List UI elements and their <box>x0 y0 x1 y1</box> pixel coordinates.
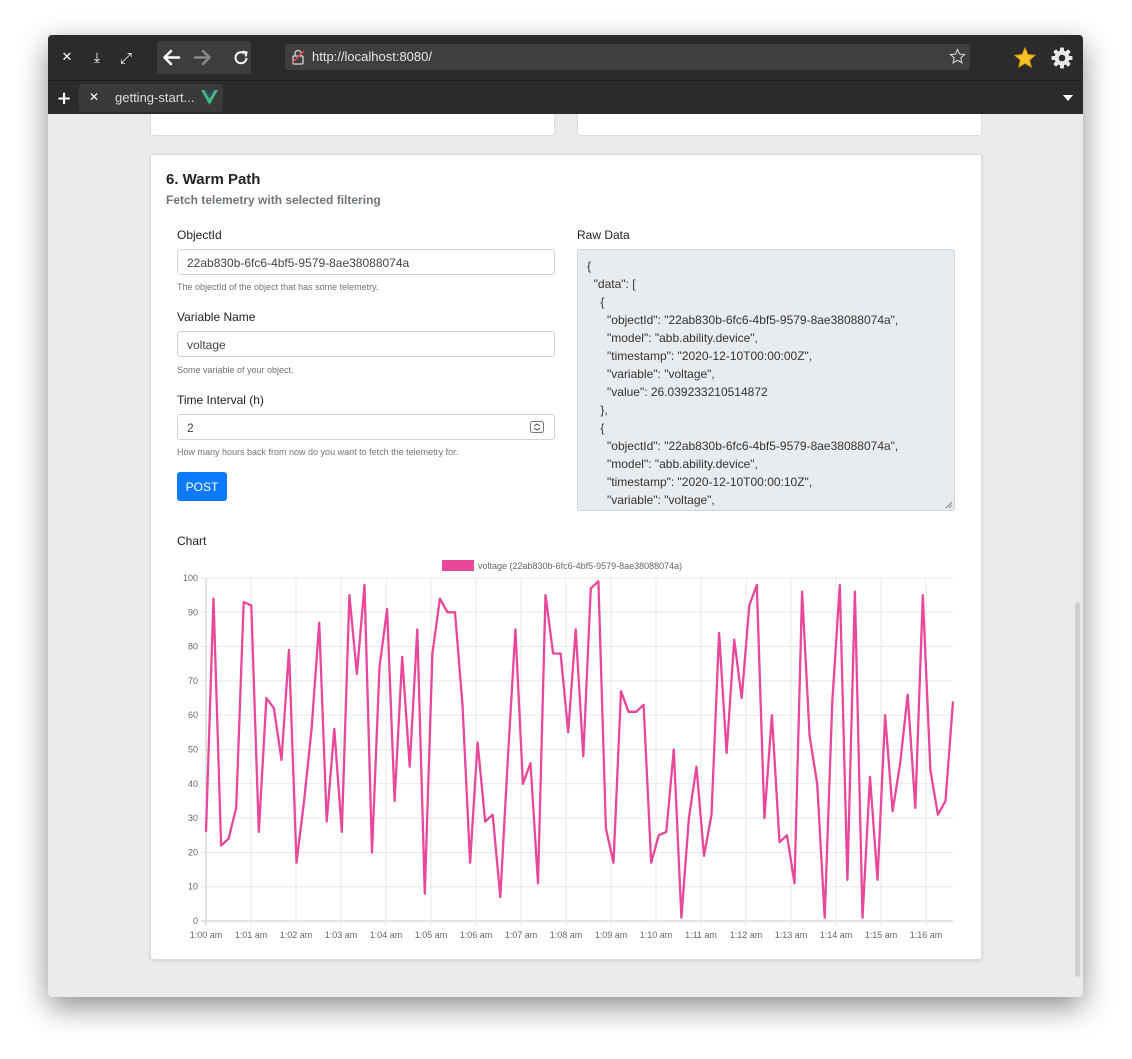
voltage-line-chart: voltage (22ab830b-6fc6-4bf5-9579-8ae3808… <box>183 560 955 940</box>
reload-icon[interactable] <box>228 35 254 80</box>
y-tick-label: 70 <box>188 676 198 686</box>
y-tick-label: 50 <box>188 745 198 755</box>
x-tick-label: 1:08 am <box>550 930 583 940</box>
x-tick-label: 1:03 am <box>325 930 358 940</box>
x-tick-label: 1:14 am <box>820 930 853 940</box>
legend-label: voltage (22ab830b-6fc6-4bf5-9579-8ae3808… <box>478 561 682 571</box>
raw-data-textarea[interactable]: { "data": [ { "objectId": "22ab830b-6fc6… <box>577 249 955 511</box>
x-tick-label: 1:05 am <box>415 930 448 940</box>
download-icon[interactable]: ⤓ <box>86 35 108 80</box>
tab-close-icon[interactable]: ✕ <box>89 90 99 104</box>
y-tick-label: 40 <box>188 779 198 789</box>
previous-card-left <box>150 114 555 136</box>
x-tick-label: 1:02 am <box>280 930 313 940</box>
raw-data-label: Raw Data <box>577 228 630 242</box>
x-tick-label: 1:04 am <box>370 930 403 940</box>
chart-label: Chart <box>177 534 207 548</box>
page-content: 6. Warm Path Fetch telemetry with select… <box>48 114 1083 997</box>
y-axis-ticks: 0 10 20 30 40 50 60 70 80 90 100 <box>183 573 198 926</box>
x-tick-label: 1:16 am <box>910 930 943 940</box>
x-tick-label: 1:15 am <box>865 930 898 940</box>
back-arrow-icon[interactable] <box>163 49 181 66</box>
settings-gear-icon[interactable] <box>1048 35 1076 80</box>
object-id-label: ObjectId <box>177 228 222 242</box>
vue-logo-icon <box>201 90 218 105</box>
y-tick-label: 90 <box>188 607 198 617</box>
new-tab-plus-icon[interactable]: + <box>54 81 74 115</box>
y-tick-label: 60 <box>188 710 198 720</box>
fullscreen-icon[interactable]: ⤢ <box>115 35 137 80</box>
variable-name-input[interactable]: voltage <box>177 331 555 357</box>
forward-arrow-icon[interactable] <box>193 49 211 66</box>
previous-card-right <box>577 114 982 136</box>
variable-name-help: Some variable of your object. <box>177 365 294 375</box>
x-tick-label: 1:01 am <box>235 930 268 940</box>
tab-bar: + ✕ getting-start... <box>48 80 1083 115</box>
object-id-value: 22ab830b-6fc6-4bf5-9579-8ae38088074a <box>187 256 410 270</box>
variable-name-label: Variable Name <box>177 310 256 324</box>
y-tick-label: 20 <box>188 847 198 857</box>
x-tick-label: 1:09 am <box>595 930 628 940</box>
bookmarks-star-icon[interactable] <box>1011 35 1039 80</box>
time-interval-input[interactable]: 2 <box>177 414 555 440</box>
page-scrollbar[interactable] <box>1075 602 1080 977</box>
url-text: http://localhost:8080/ <box>312 49 432 64</box>
x-tick-label: 1:13 am <box>775 930 808 940</box>
raw-data-text: { "data": [ { "objectId": "22ab830b-6fc6… <box>587 259 899 507</box>
number-spinner-icon[interactable] <box>530 421 544 433</box>
browser-toolbar: ✕ ⤓ ⤢ http://localhost:8080/ <box>48 35 1083 80</box>
y-tick-label: 30 <box>188 813 198 823</box>
y-tick-label: 80 <box>188 642 198 652</box>
time-interval-value: 2 <box>187 421 194 435</box>
x-tick-label: 1:11 am <box>685 930 717 940</box>
x-tick-label: 1:06 am <box>460 930 493 940</box>
x-tick-label: 1:07 am <box>505 930 538 940</box>
legend-swatch <box>442 560 474 571</box>
object-id-help: The objectId of the object that has some… <box>177 282 379 292</box>
address-bar[interactable]: http://localhost:8080/ <box>285 44 970 70</box>
browser-window: ✕ ⤓ ⤢ http://localhost:8080/ + ✕ getting… <box>48 35 1083 997</box>
x-axis-ticks: 1:00 am 1:01 am 1:02 am 1:03 am 1:04 am 1:05 … <box>190 930 943 940</box>
resize-handle-icon[interactable] <box>945 501 953 509</box>
tab-list-dropdown-icon[interactable] <box>1060 81 1076 115</box>
time-interval-label: Time Interval (h) <box>177 393 264 407</box>
object-id-input[interactable]: 22ab830b-6fc6-4bf5-9579-8ae38088074a <box>177 249 555 275</box>
time-interval-help: How many hours back from now do you want… <box>177 447 459 457</box>
x-tick-label: 1:10 am <box>640 930 673 940</box>
post-button[interactable]: POST <box>177 472 227 501</box>
y-tick-label: 10 <box>188 882 198 892</box>
x-tick-label: 1:00 am <box>190 930 223 940</box>
close-window-icon[interactable]: ✕ <box>56 35 78 80</box>
tab-title: getting-start... <box>115 90 195 105</box>
variable-name-value: voltage <box>187 338 226 352</box>
card-title: 6. Warm Path <box>166 171 261 188</box>
insecure-lock-icon <box>291 49 305 65</box>
bookmark-star-icon[interactable] <box>949 48 966 65</box>
x-tick-label: 1:12 am <box>730 930 763 940</box>
y-tick-label: 100 <box>183 573 198 583</box>
tab-getting-started[interactable]: ✕ getting-start... <box>79 84 223 112</box>
y-tick-label: 0 <box>193 916 198 926</box>
warm-path-card: 6. Warm Path Fetch telemetry with select… <box>150 154 982 960</box>
card-subtitle: Fetch telemetry with selected filtering <box>166 193 381 207</box>
